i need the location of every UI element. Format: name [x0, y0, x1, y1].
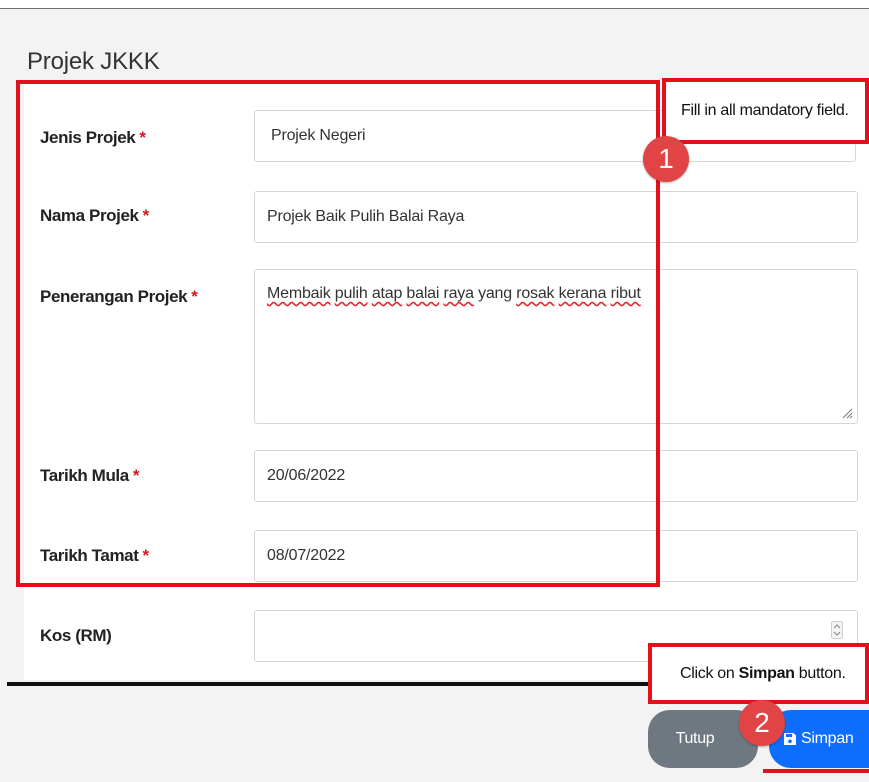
- mandatory-fields-highlight: [16, 80, 660, 587]
- kos-label: Kos (RM): [40, 626, 112, 645]
- resize-grip-icon[interactable]: [841, 407, 853, 419]
- modal-title: Projek JKKK: [27, 48, 160, 75]
- step2-callout: Click on Simpan button.: [648, 643, 869, 704]
- simpan-button-label: Simpan: [801, 730, 854, 747]
- number-spinner-icon[interactable]: [831, 621, 843, 639]
- step1-text: Fill in all mandatory field.: [681, 102, 849, 119]
- floppy-disk-icon: [784, 733, 796, 745]
- step2-text: Click on Simpan button.: [680, 664, 846, 682]
- simpan-highlight-underline: [763, 769, 869, 773]
- step1-badge: 1: [643, 136, 689, 182]
- step2-badge: 2: [739, 700, 785, 746]
- step1-callout: Fill in all mandatory field.: [662, 78, 869, 144]
- tutup-button-label: Tutup: [675, 730, 715, 747]
